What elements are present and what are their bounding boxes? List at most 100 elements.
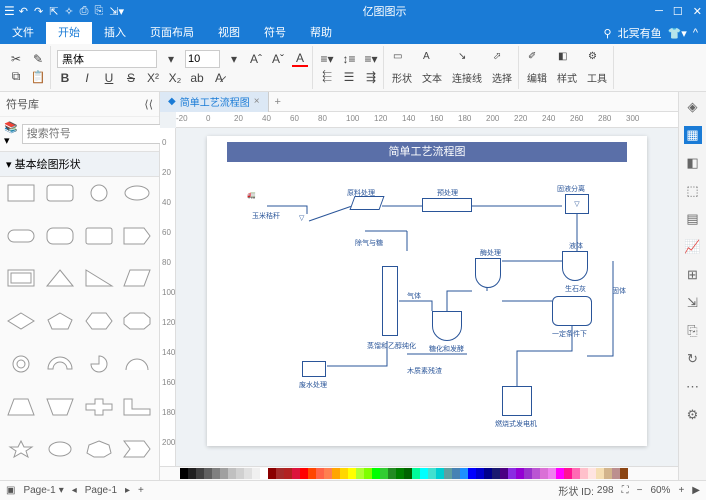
comment-icon[interactable]: ⋯ <box>684 378 702 396</box>
align-left-icon[interactable]: ⬱ <box>319 69 335 85</box>
shape-conveyor[interactable] <box>349 196 384 210</box>
color-swatch[interactable] <box>268 468 276 479</box>
close-tab-icon[interactable]: × <box>254 96 260 107</box>
shape-tab[interactable] <box>120 224 154 248</box>
highlight-icon[interactable]: ab <box>189 70 205 86</box>
zoom-level[interactable]: 60% <box>650 485 670 496</box>
drawing-page[interactable]: 简单工艺流程图 <box>207 136 647 446</box>
shape-ring[interactable] <box>4 352 38 376</box>
color-swatch[interactable] <box>356 468 364 479</box>
collapse-panel-icon[interactable]: ⟨⟨ <box>144 98 153 111</box>
color-swatch[interactable] <box>484 468 492 479</box>
library-menu-icon[interactable]: 📚▾ <box>4 121 18 147</box>
tab-help[interactable]: 帮助 <box>298 22 344 44</box>
user-name[interactable]: 北冥有鱼 <box>618 25 662 41</box>
chart-icon[interactable]: 📈 <box>684 238 702 256</box>
color-swatch[interactable] <box>548 468 556 479</box>
print-icon[interactable]: ⎘ <box>94 5 103 18</box>
color-swatch[interactable] <box>260 468 268 479</box>
cut-icon[interactable]: ✂ <box>8 51 24 67</box>
fit-view-icon[interactable]: ⛶ <box>622 485 629 496</box>
shape-hexagon[interactable] <box>82 309 116 333</box>
next-page-icon[interactable]: ▸ <box>125 485 130 496</box>
color-swatch[interactable] <box>444 468 452 479</box>
color-swatch[interactable] <box>276 468 284 479</box>
undo-icon[interactable]: ↶ <box>19 5 28 18</box>
dropdown-icon[interactable]: ▾ <box>163 51 179 67</box>
color-swatch[interactable] <box>412 468 420 479</box>
layers-icon[interactable]: ⬚ <box>684 182 702 200</box>
shape-tank-enzyme[interactable] <box>475 258 501 288</box>
color-swatch[interactable] <box>596 468 604 479</box>
new-tab-button[interactable]: + <box>269 96 287 108</box>
color-swatch[interactable] <box>180 468 188 479</box>
shape-chevron[interactable] <box>120 437 154 461</box>
line-spacing-icon[interactable]: ↕≡ <box>341 51 357 67</box>
shape-pill[interactable] <box>4 224 38 248</box>
share-icon[interactable]: ⇲▾ <box>109 5 124 18</box>
color-swatch[interactable] <box>396 468 404 479</box>
theme-icon[interactable]: ◈ <box>684 98 702 116</box>
settings-icon[interactable]: ⚙ <box>684 406 702 424</box>
shape-column[interactable] <box>382 266 398 336</box>
shape-octagon[interactable] <box>120 309 154 333</box>
zoom-out-icon[interactable]: − <box>637 485 643 496</box>
copy-icon[interactable]: ⧉ <box>8 69 24 85</box>
font-color-icon[interactable]: A <box>292 51 308 67</box>
color-swatch[interactable] <box>500 468 508 479</box>
page-layout-icon[interactable]: ▣ <box>6 485 15 496</box>
shape-roundrect2[interactable] <box>43 224 77 248</box>
zoom-in-icon[interactable]: + <box>678 485 684 496</box>
tab-symbol[interactable]: 符号 <box>252 22 298 44</box>
color-swatch[interactable] <box>228 468 236 479</box>
tab-file[interactable]: 文件 <box>0 22 46 44</box>
canvas[interactable]: 简单工艺流程图 <box>176 128 678 466</box>
color-swatch[interactable] <box>524 468 532 479</box>
save-icon[interactable]: ⎙ <box>80 5 89 18</box>
color-swatch[interactable] <box>236 468 244 479</box>
shape-star[interactable] <box>4 437 38 461</box>
color-swatch[interactable] <box>556 468 564 479</box>
align-center-icon[interactable]: ☰ <box>341 69 357 85</box>
color-swatch[interactable] <box>244 468 252 479</box>
color-swatch[interactable] <box>300 468 308 479</box>
tab-layout[interactable]: 页面布局 <box>138 22 206 44</box>
align-right-icon[interactable]: ⇶ <box>363 69 379 85</box>
grid-panel-icon[interactable]: ▦ <box>684 126 702 144</box>
color-swatch[interactable] <box>196 468 204 479</box>
decrease-font-icon[interactable]: Aˇ <box>270 51 286 67</box>
color-swatch[interactable] <box>436 468 444 479</box>
color-swatch[interactable] <box>492 468 500 479</box>
close-icon[interactable]: ✕ <box>693 5 702 18</box>
color-swatch[interactable] <box>380 468 388 479</box>
shape-roundrect3[interactable] <box>82 224 116 248</box>
shape-pie[interactable] <box>82 352 116 376</box>
font-size-select[interactable] <box>185 50 220 68</box>
add-page-icon[interactable]: + <box>138 485 144 496</box>
pages-icon[interactable]: ▤ <box>684 210 702 228</box>
shape-rect[interactable] <box>4 181 38 205</box>
color-swatch[interactable] <box>308 468 316 479</box>
color-swatch[interactable] <box>324 468 332 479</box>
font-name-select[interactable] <box>57 50 157 68</box>
color-swatch[interactable] <box>516 468 524 479</box>
color-swatch[interactable] <box>588 468 596 479</box>
shape-reactor[interactable] <box>552 296 592 326</box>
shape-halfring[interactable] <box>43 352 77 376</box>
paste-icon[interactable]: 📋 <box>30 69 46 85</box>
color-swatch[interactable] <box>420 468 428 479</box>
shape-tank-liquid[interactable] <box>562 251 588 281</box>
shape-diamond[interactable] <box>4 309 38 333</box>
shape-generator[interactable] <box>502 386 532 416</box>
shape-parallelogram[interactable] <box>120 266 154 290</box>
prev-page-icon[interactable]: ◂ <box>72 485 77 496</box>
shape-ferment-tank[interactable] <box>432 311 462 341</box>
new-icon[interactable]: ✧ <box>64 5 73 18</box>
collapse-ribbon-icon[interactable]: ^ <box>693 27 698 39</box>
properties-icon[interactable]: ◧ <box>684 154 702 172</box>
color-swatch[interactable] <box>388 468 396 479</box>
shape-button[interactable]: ▭形状 <box>392 51 412 85</box>
shape-rtriangle[interactable] <box>82 266 116 290</box>
tab-insert[interactable]: 插入 <box>92 22 138 44</box>
minimize-icon[interactable]: ─ <box>655 5 663 18</box>
